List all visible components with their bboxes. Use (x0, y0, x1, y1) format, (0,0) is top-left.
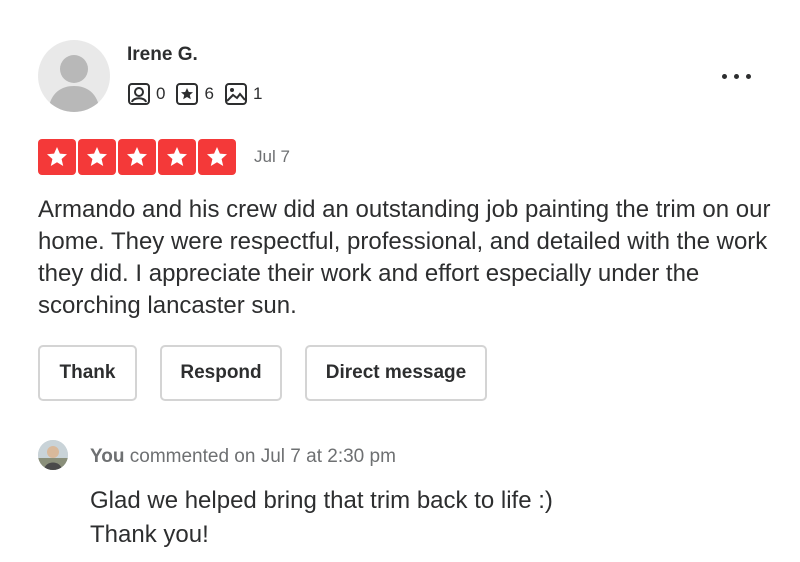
friends-icon (128, 83, 150, 105)
photos-count: 1 (252, 84, 263, 103)
commenter-avatar[interactable] (38, 440, 68, 470)
reviewer-avatar[interactable] (38, 40, 110, 112)
reviews-star-icon (176, 83, 199, 105)
review-text: Armando and his crew did an outstanding … (38, 196, 771, 319)
comment-meta: You commented on Jul 7 at 2:30 pm (90, 446, 396, 468)
user-photo-icon (38, 440, 68, 470)
default-user-icon (48, 55, 100, 112)
respond-button[interactable]: Respond (160, 345, 282, 401)
star-icon (78, 139, 116, 175)
star-icon (118, 139, 156, 175)
reviewer-stats: 0 6 1 (127, 82, 262, 106)
friends-count: 0 (156, 84, 166, 103)
reviews-count: 6 (204, 84, 214, 103)
star-icon (158, 139, 196, 175)
more-options-button[interactable] (722, 64, 762, 88)
comment-text: Glad we helped bring that trim back to l… (90, 484, 553, 552)
dot-icon (722, 73, 727, 79)
friends-stat: 0 (127, 82, 165, 106)
comment-author[interactable]: You (90, 446, 124, 467)
reviews-stat: 6 (175, 82, 214, 106)
star-icon (198, 139, 236, 175)
dot-icon (746, 73, 751, 79)
review-date: Jul 7 (254, 147, 290, 166)
comment-timestamp: commented on Jul 7 at 2:30 pm (124, 446, 396, 467)
photos-stat: 1 (224, 82, 262, 106)
thank-button[interactable]: Thank (38, 345, 137, 401)
photos-icon (224, 83, 247, 105)
comment-line: Glad we helped bring that trim back to l… (90, 487, 553, 514)
reviewer-name[interactable]: Irene G. (127, 44, 198, 66)
star-rating (38, 139, 236, 175)
star-icon (38, 139, 76, 175)
dot-icon (734, 73, 739, 79)
comment-line: Thank you! (90, 521, 209, 548)
direct-message-button[interactable]: Direct message (305, 345, 487, 401)
